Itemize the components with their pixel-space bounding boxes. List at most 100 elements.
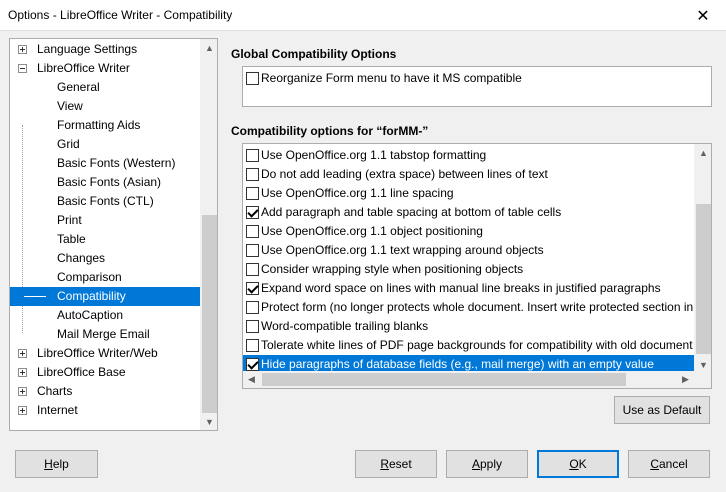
option-row[interactable]: Expand word space on lines with manual l…: [243, 279, 694, 298]
option-label: Use OpenOffice.org 1.1 tabstop formattin…: [261, 148, 487, 162]
option-label: Consider wrapping style when positioning…: [261, 262, 524, 276]
tree-item[interactable]: Formatting Aids: [10, 116, 201, 135]
tree-item[interactable]: Mail Merge Email: [10, 325, 201, 344]
tree-connector: [24, 296, 46, 297]
option-checkbox[interactable]: [246, 168, 259, 181]
option-row[interactable]: Do not add leading (extra space) between…: [243, 165, 694, 184]
tree-item[interactable]: Changes: [10, 249, 201, 268]
option-row[interactable]: Word-compatible trailing blanks: [243, 317, 694, 336]
tree-item[interactable]: Basic Fonts (Western): [10, 154, 201, 173]
tree-vertical-scrollbar[interactable]: ▲ ▼: [200, 39, 217, 430]
option-checkbox[interactable]: [246, 282, 259, 295]
option-checkbox[interactable]: [246, 187, 259, 200]
option-row[interactable]: Consider wrapping style when positioning…: [243, 260, 694, 279]
tree-item-label: Compatibility: [57, 289, 126, 303]
option-checkbox[interactable]: [246, 263, 259, 276]
ok-button[interactable]: OK: [537, 450, 619, 478]
global-options-list: Reorganize Form menu to have it MS compa…: [242, 66, 712, 107]
tree-item[interactable]: AutoCaption: [10, 306, 201, 325]
expand-icon[interactable]: [18, 406, 27, 415]
cancel-accel: C: [650, 457, 659, 471]
option-checkbox[interactable]: [246, 149, 259, 162]
global-options-title: Global Compatibility Options: [231, 47, 397, 61]
tree-item[interactable]: Basic Fonts (CTL): [10, 192, 201, 211]
options-scroll-right-icon[interactable]: ▶: [677, 371, 694, 388]
tree-item[interactable]: Print: [10, 211, 201, 230]
cancel-rest: ancel: [658, 457, 688, 471]
options-scroll-left-icon[interactable]: ◀: [243, 371, 260, 388]
scroll-down-arrow-icon[interactable]: ▼: [201, 413, 217, 430]
document-options-title: Compatibility options for “forMM-”: [231, 124, 429, 138]
options-horizontal-scrollbar[interactable]: ◀ ▶: [243, 371, 694, 388]
option-row[interactable]: Add paragraph and table spacing at botto…: [243, 203, 694, 222]
tree-item-label: General: [57, 80, 100, 94]
title-bar: Options - LibreOffice Writer - Compatibi…: [0, 0, 726, 31]
apply-button[interactable]: Apply: [446, 450, 528, 478]
option-label: Tolerate white lines of PDF page backgro…: [261, 338, 693, 352]
option-label: Protect form (no longer protects whole d…: [261, 300, 694, 314]
help-accel: H: [44, 457, 53, 471]
tree-item-label: View: [57, 99, 83, 113]
tree-item-label: Formatting Aids: [57, 118, 141, 132]
tree-item-label: Language Settings: [37, 42, 138, 56]
tree-item[interactable]: Table: [10, 230, 201, 249]
options-scroll-up-icon[interactable]: ▲: [695, 144, 711, 161]
option-checkbox[interactable]: [246, 320, 259, 333]
option-label: Reorganize Form menu to have it MS compa…: [261, 71, 522, 85]
help-button[interactable]: Help: [15, 450, 98, 478]
tree-item[interactable]: Language Settings: [10, 40, 201, 59]
tree-item[interactable]: Charts: [10, 382, 201, 401]
options-vertical-scrollbar[interactable]: ▲ ▼: [694, 144, 711, 373]
option-row[interactable]: Use OpenOffice.org 1.1 tabstop formattin…: [243, 146, 694, 165]
option-row[interactable]: Use OpenOffice.org 1.1 text wrapping aro…: [243, 241, 694, 260]
window-title: Options - LibreOffice Writer - Compatibi…: [8, 8, 233, 22]
option-row[interactable]: Reorganize Form menu to have it MS compa…: [243, 69, 711, 88]
tree-item[interactable]: Internet: [10, 401, 201, 420]
option-checkbox[interactable]: [246, 225, 259, 238]
tree-scroll-thumb[interactable]: [202, 215, 217, 413]
tree-item[interactable]: Basic Fonts (Asian): [10, 173, 201, 192]
cancel-button[interactable]: Cancel: [628, 450, 710, 478]
option-row[interactable]: Tolerate white lines of PDF page backgro…: [243, 336, 694, 355]
ok-accel: O: [569, 457, 579, 471]
tree-item[interactable]: LibreOffice Writer: [10, 59, 201, 78]
tree-item-label: AutoCaption: [57, 308, 124, 322]
options-scroll-thumb[interactable]: [696, 204, 711, 354]
option-checkbox[interactable]: [246, 358, 259, 371]
scrollbar-corner: [694, 371, 711, 388]
option-checkbox[interactable]: [246, 72, 259, 85]
option-checkbox[interactable]: [246, 301, 259, 314]
option-checkbox[interactable]: [246, 339, 259, 352]
tree-item-label: Table: [57, 232, 86, 246]
tree-item[interactable]: General: [10, 78, 201, 97]
option-row[interactable]: Use OpenOffice.org 1.1 object positionin…: [243, 222, 694, 241]
option-row[interactable]: Protect form (no longer protects whole d…: [243, 298, 694, 317]
tree-item[interactable]: Grid: [10, 135, 201, 154]
tree-item[interactable]: LibreOffice Writer/Web: [10, 344, 201, 363]
option-checkbox[interactable]: [246, 244, 259, 257]
tree-item-label: LibreOffice Writer: [37, 61, 130, 75]
option-label: Use OpenOffice.org 1.1 line spacing: [261, 186, 454, 200]
expand-icon[interactable]: [18, 45, 27, 54]
use-as-default-button[interactable]: Use as Default: [614, 396, 710, 424]
expand-icon[interactable]: [18, 368, 27, 377]
collapse-icon[interactable]: [18, 64, 27, 73]
options-hscroll-thumb[interactable]: [262, 373, 626, 386]
tree-item[interactable]: LibreOffice Base: [10, 363, 201, 382]
tree-item[interactable]: Compatibility: [10, 287, 201, 306]
tree-item[interactable]: Comparison: [10, 268, 201, 287]
reset-button[interactable]: Reset: [355, 450, 437, 478]
option-label: Word-compatible trailing blanks: [261, 319, 429, 333]
option-label: Use OpenOffice.org 1.1 object positionin…: [261, 224, 483, 238]
expand-icon[interactable]: [18, 387, 27, 396]
tree-item-label: Print: [57, 213, 82, 227]
tree-item[interactable]: View: [10, 97, 201, 116]
expand-icon[interactable]: [18, 349, 27, 358]
tree-item-label: Mail Merge Email: [57, 327, 150, 341]
option-row[interactable]: Use OpenOffice.org 1.1 line spacing: [243, 184, 694, 203]
close-icon[interactable]: ✕: [680, 0, 726, 31]
help-rest: elp: [52, 457, 69, 471]
scroll-up-arrow-icon[interactable]: ▲: [201, 39, 217, 56]
apply-accel: A: [471, 457, 480, 471]
option-checkbox[interactable]: [246, 206, 259, 219]
